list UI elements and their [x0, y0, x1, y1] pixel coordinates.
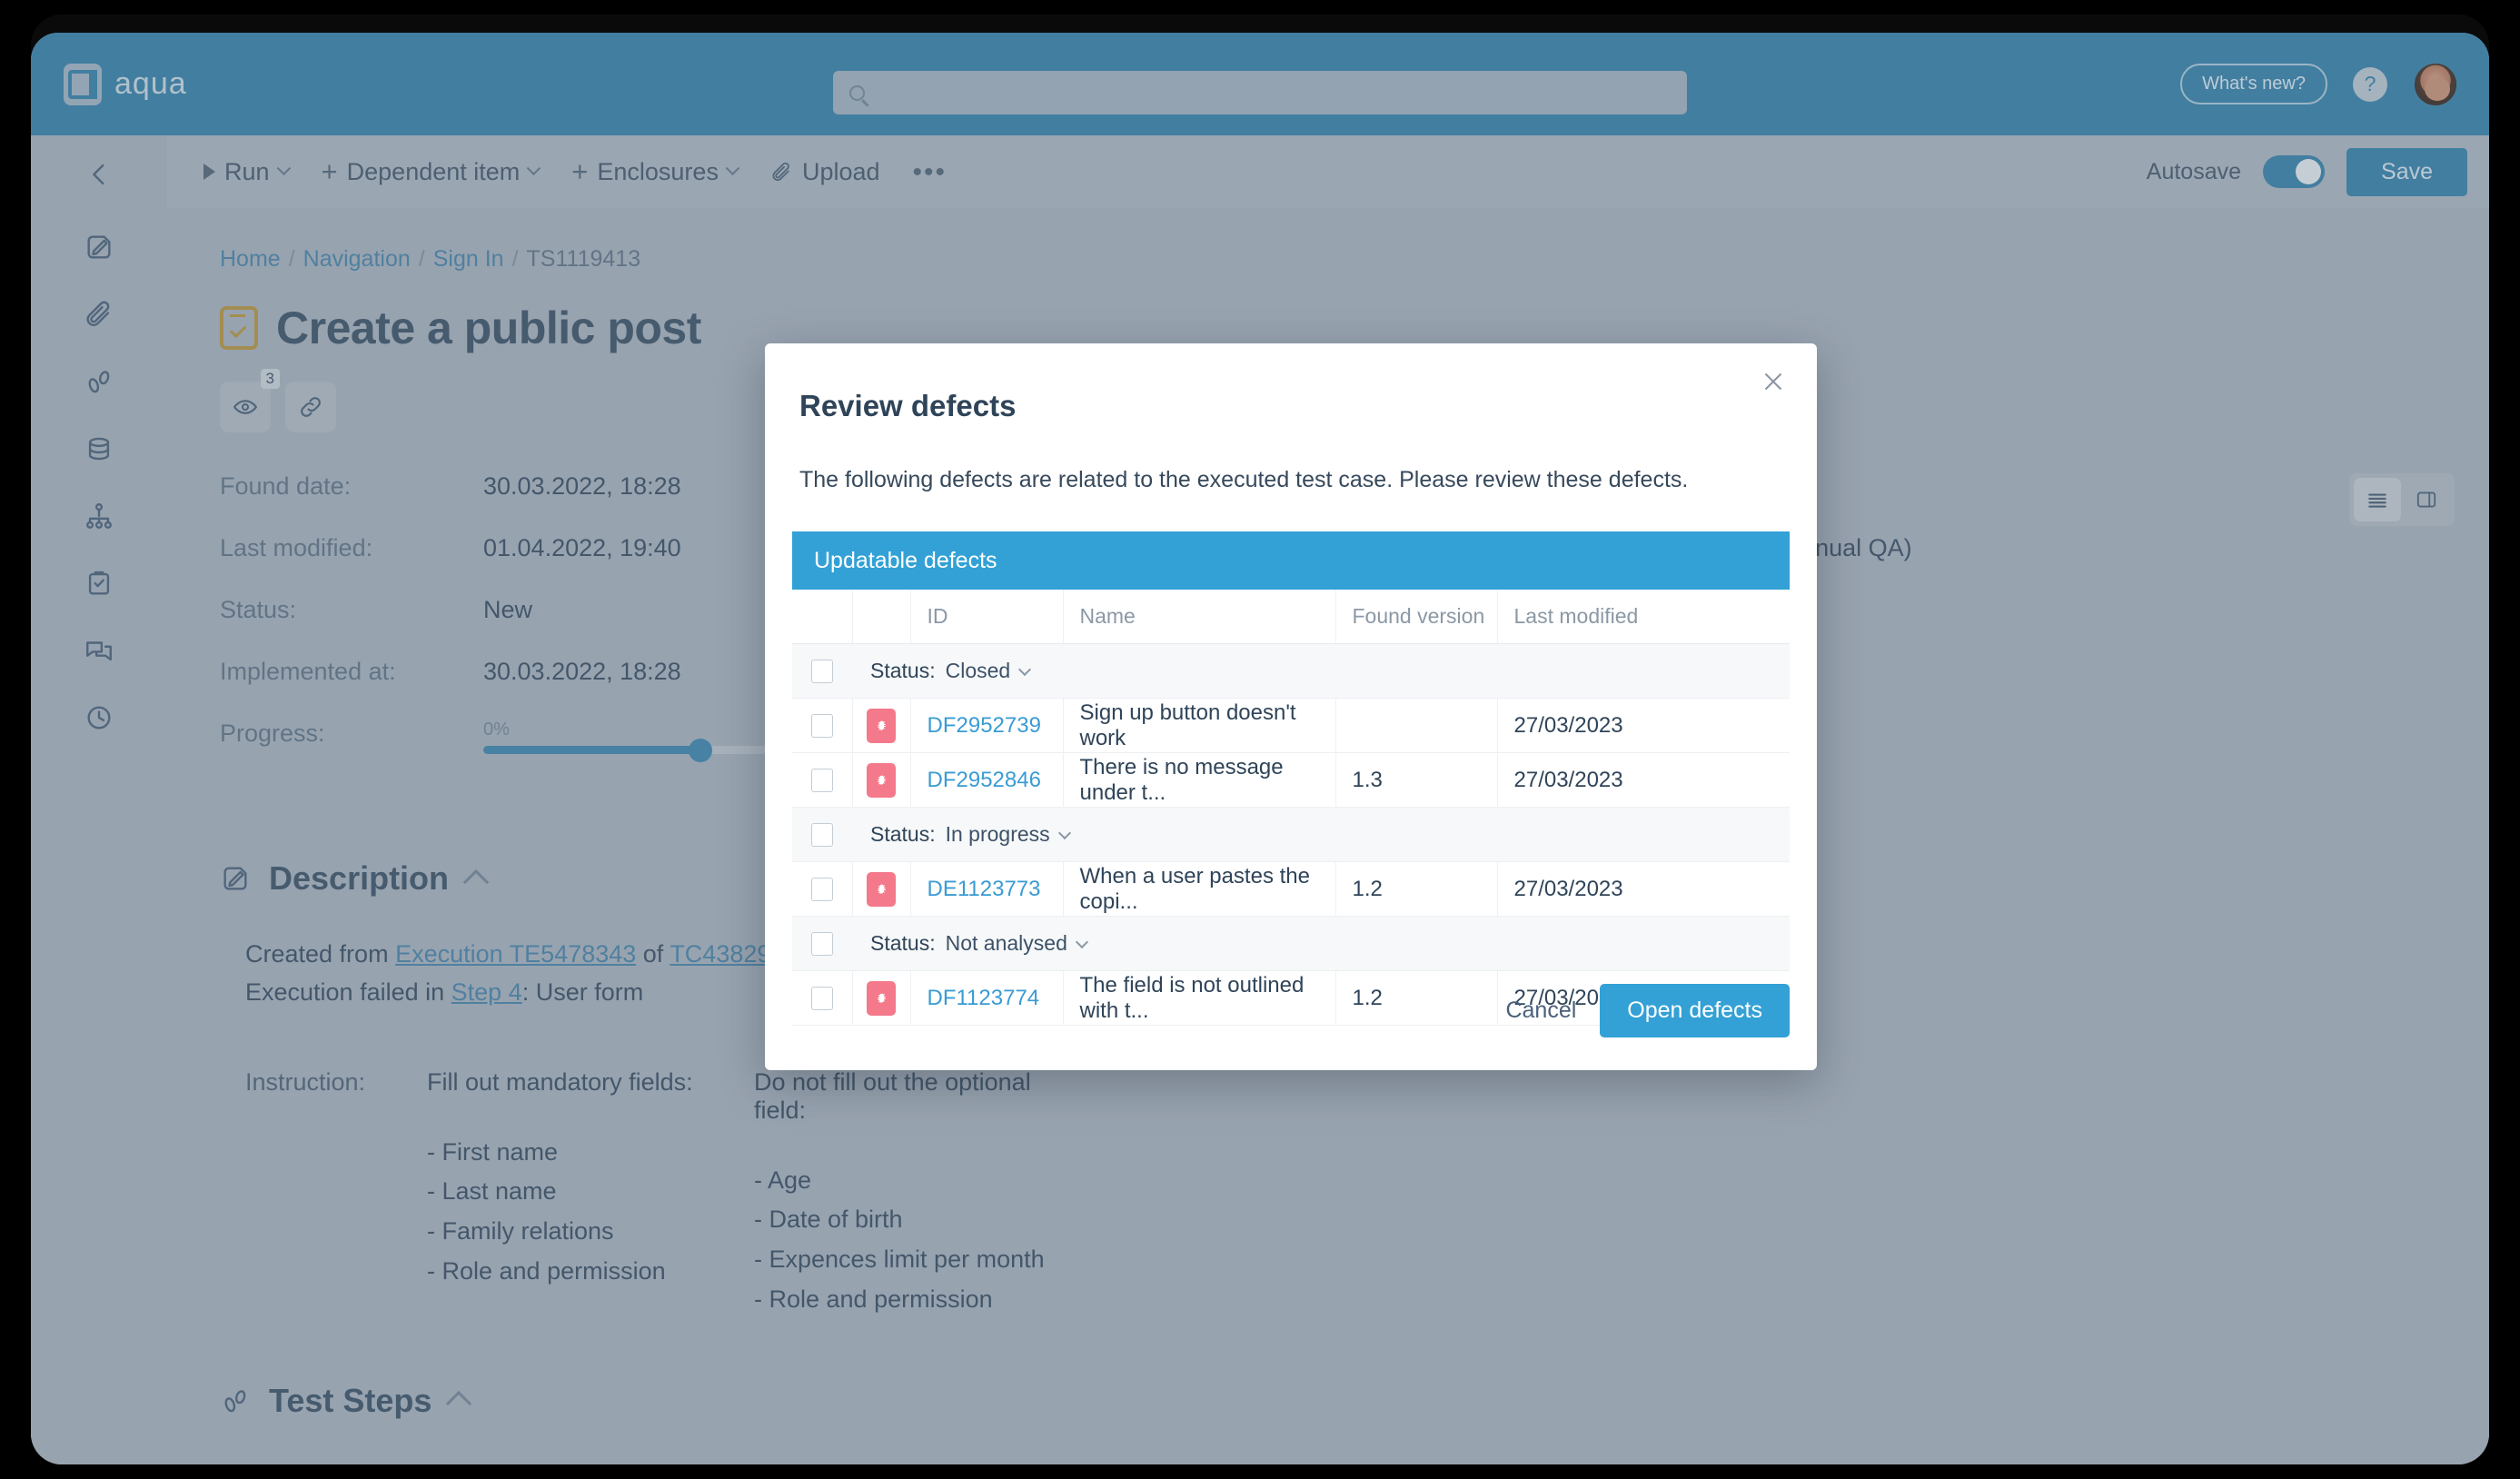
row-checkbox[interactable]	[810, 769, 833, 793]
cell-last-modified: 27/03/2023	[1496, 861, 1790, 917]
row-checkbox-cell[interactable]	[792, 861, 853, 917]
bug-icon	[867, 708, 896, 743]
group-status-label: Status:	[870, 659, 936, 682]
defects-table: ID Name Found version Last modified Stat…	[792, 590, 1790, 1026]
defect-id-link[interactable]: DE1123773	[928, 877, 1041, 901]
cell-name: The field is not outlined with t...	[1062, 970, 1335, 1026]
app-screen: aqua What's new? ? Run + Dependent item …	[31, 33, 2489, 1464]
column-found-version[interactable]: Found version	[1334, 590, 1497, 644]
table-row[interactable]: DF2952846 There is no message under t...…	[792, 752, 1790, 808]
column-name[interactable]: Name	[1062, 590, 1335, 644]
cell-name: When a user pastes the copi...	[1062, 861, 1335, 917]
defect-id-link[interactable]: DF2952846	[928, 768, 1041, 792]
review-defects-dialog: Review defects The following defects are…	[765, 343, 1817, 1070]
row-checkbox-cell[interactable]	[792, 916, 852, 971]
defect-id-link[interactable]: DF1123774	[928, 986, 1040, 1010]
cell-found-version: 1.3	[1334, 752, 1497, 808]
group-status-value: Not analysed	[945, 931, 1067, 955]
row-checkbox-cell[interactable]	[792, 752, 853, 808]
bug-icon	[867, 980, 896, 1016]
bug-icon	[867, 762, 896, 798]
cell-found-version	[1334, 698, 1497, 753]
row-checkbox-cell[interactable]	[792, 970, 853, 1026]
cell-found-version: 1.2	[1334, 970, 1497, 1026]
cell-id[interactable]: DF2952846	[910, 752, 1063, 808]
column-type	[852, 590, 911, 644]
table-caption: Updatable defects	[792, 531, 1790, 590]
device-frame: aqua What's new? ? Run + Dependent item …	[31, 15, 2489, 1464]
cell-id[interactable]: DF2952739	[910, 698, 1063, 753]
table-header-row: ID Name Found version Last modified	[792, 590, 1790, 644]
group-row: Status: In progress	[792, 807, 1790, 862]
cancel-button[interactable]: Cancel	[1505, 998, 1576, 1024]
row-type-cell	[852, 698, 911, 753]
group-status-label: Status:	[870, 931, 936, 955]
column-last-modified[interactable]: Last modified	[1496, 590, 1790, 644]
group-label-cell[interactable]: Status: Closed	[852, 643, 1790, 699]
group-status-value: Closed	[945, 659, 1011, 682]
table-row[interactable]: DE1123773 When a user pastes the copi...…	[792, 861, 1790, 917]
group-status-label: Status:	[870, 822, 936, 846]
column-id[interactable]: ID	[910, 590, 1063, 644]
defect-id-link[interactable]: DF2952739	[928, 713, 1041, 738]
cell-name: Sign up button doesn't work	[1062, 698, 1335, 753]
group-row: Status: Not analysed	[792, 916, 1790, 971]
row-type-cell	[852, 752, 911, 808]
group-status-value: In progress	[945, 822, 1050, 846]
cell-id[interactable]: DF1123774	[910, 970, 1063, 1026]
group-checkbox[interactable]	[811, 823, 833, 848]
cell-last-modified: 27/03/2023	[1496, 698, 1790, 753]
table-body: Status: Closed DF2952739 Sign up button …	[792, 643, 1790, 1026]
cell-found-version: 1.2	[1334, 861, 1497, 917]
bug-icon	[867, 871, 896, 907]
chevron-down-icon[interactable]	[1075, 935, 1088, 948]
dialog-title: Review defects	[799, 389, 1017, 422]
row-checkbox[interactable]	[810, 987, 833, 1011]
row-checkbox-cell[interactable]	[792, 698, 853, 753]
row-type-cell	[852, 970, 911, 1026]
group-label-cell[interactable]: Status: In progress	[852, 807, 1790, 862]
row-checkbox[interactable]	[810, 714, 833, 739]
chevron-down-icon[interactable]	[1057, 826, 1071, 839]
group-checkbox[interactable]	[811, 932, 833, 957]
group-row: Status: Closed	[792, 643, 1790, 699]
chevron-down-icon[interactable]	[1018, 662, 1032, 676]
cell-id[interactable]: DE1123773	[910, 861, 1063, 917]
row-checkbox[interactable]	[810, 878, 833, 902]
open-defects-button[interactable]: Open defects	[1600, 984, 1790, 1037]
group-checkbox[interactable]	[811, 660, 833, 684]
dialog-actions: Cancel Open defects	[1505, 984, 1790, 1037]
table-header: ID Name Found version Last modified	[792, 590, 1790, 644]
cell-last-modified: 27/03/2023	[1496, 752, 1790, 808]
cell-name: There is no message under t...	[1062, 752, 1335, 808]
row-checkbox-cell[interactable]	[792, 807, 852, 862]
dialog-description: The following defects are related to the…	[799, 467, 1689, 492]
close-icon[interactable]	[1755, 363, 1791, 400]
group-label-cell[interactable]: Status: Not analysed	[852, 916, 1790, 971]
row-checkbox-cell[interactable]	[792, 643, 852, 699]
column-select	[792, 590, 853, 644]
row-type-cell	[852, 861, 911, 917]
table-row[interactable]: DF2952739 Sign up button doesn't work 27…	[792, 698, 1790, 753]
